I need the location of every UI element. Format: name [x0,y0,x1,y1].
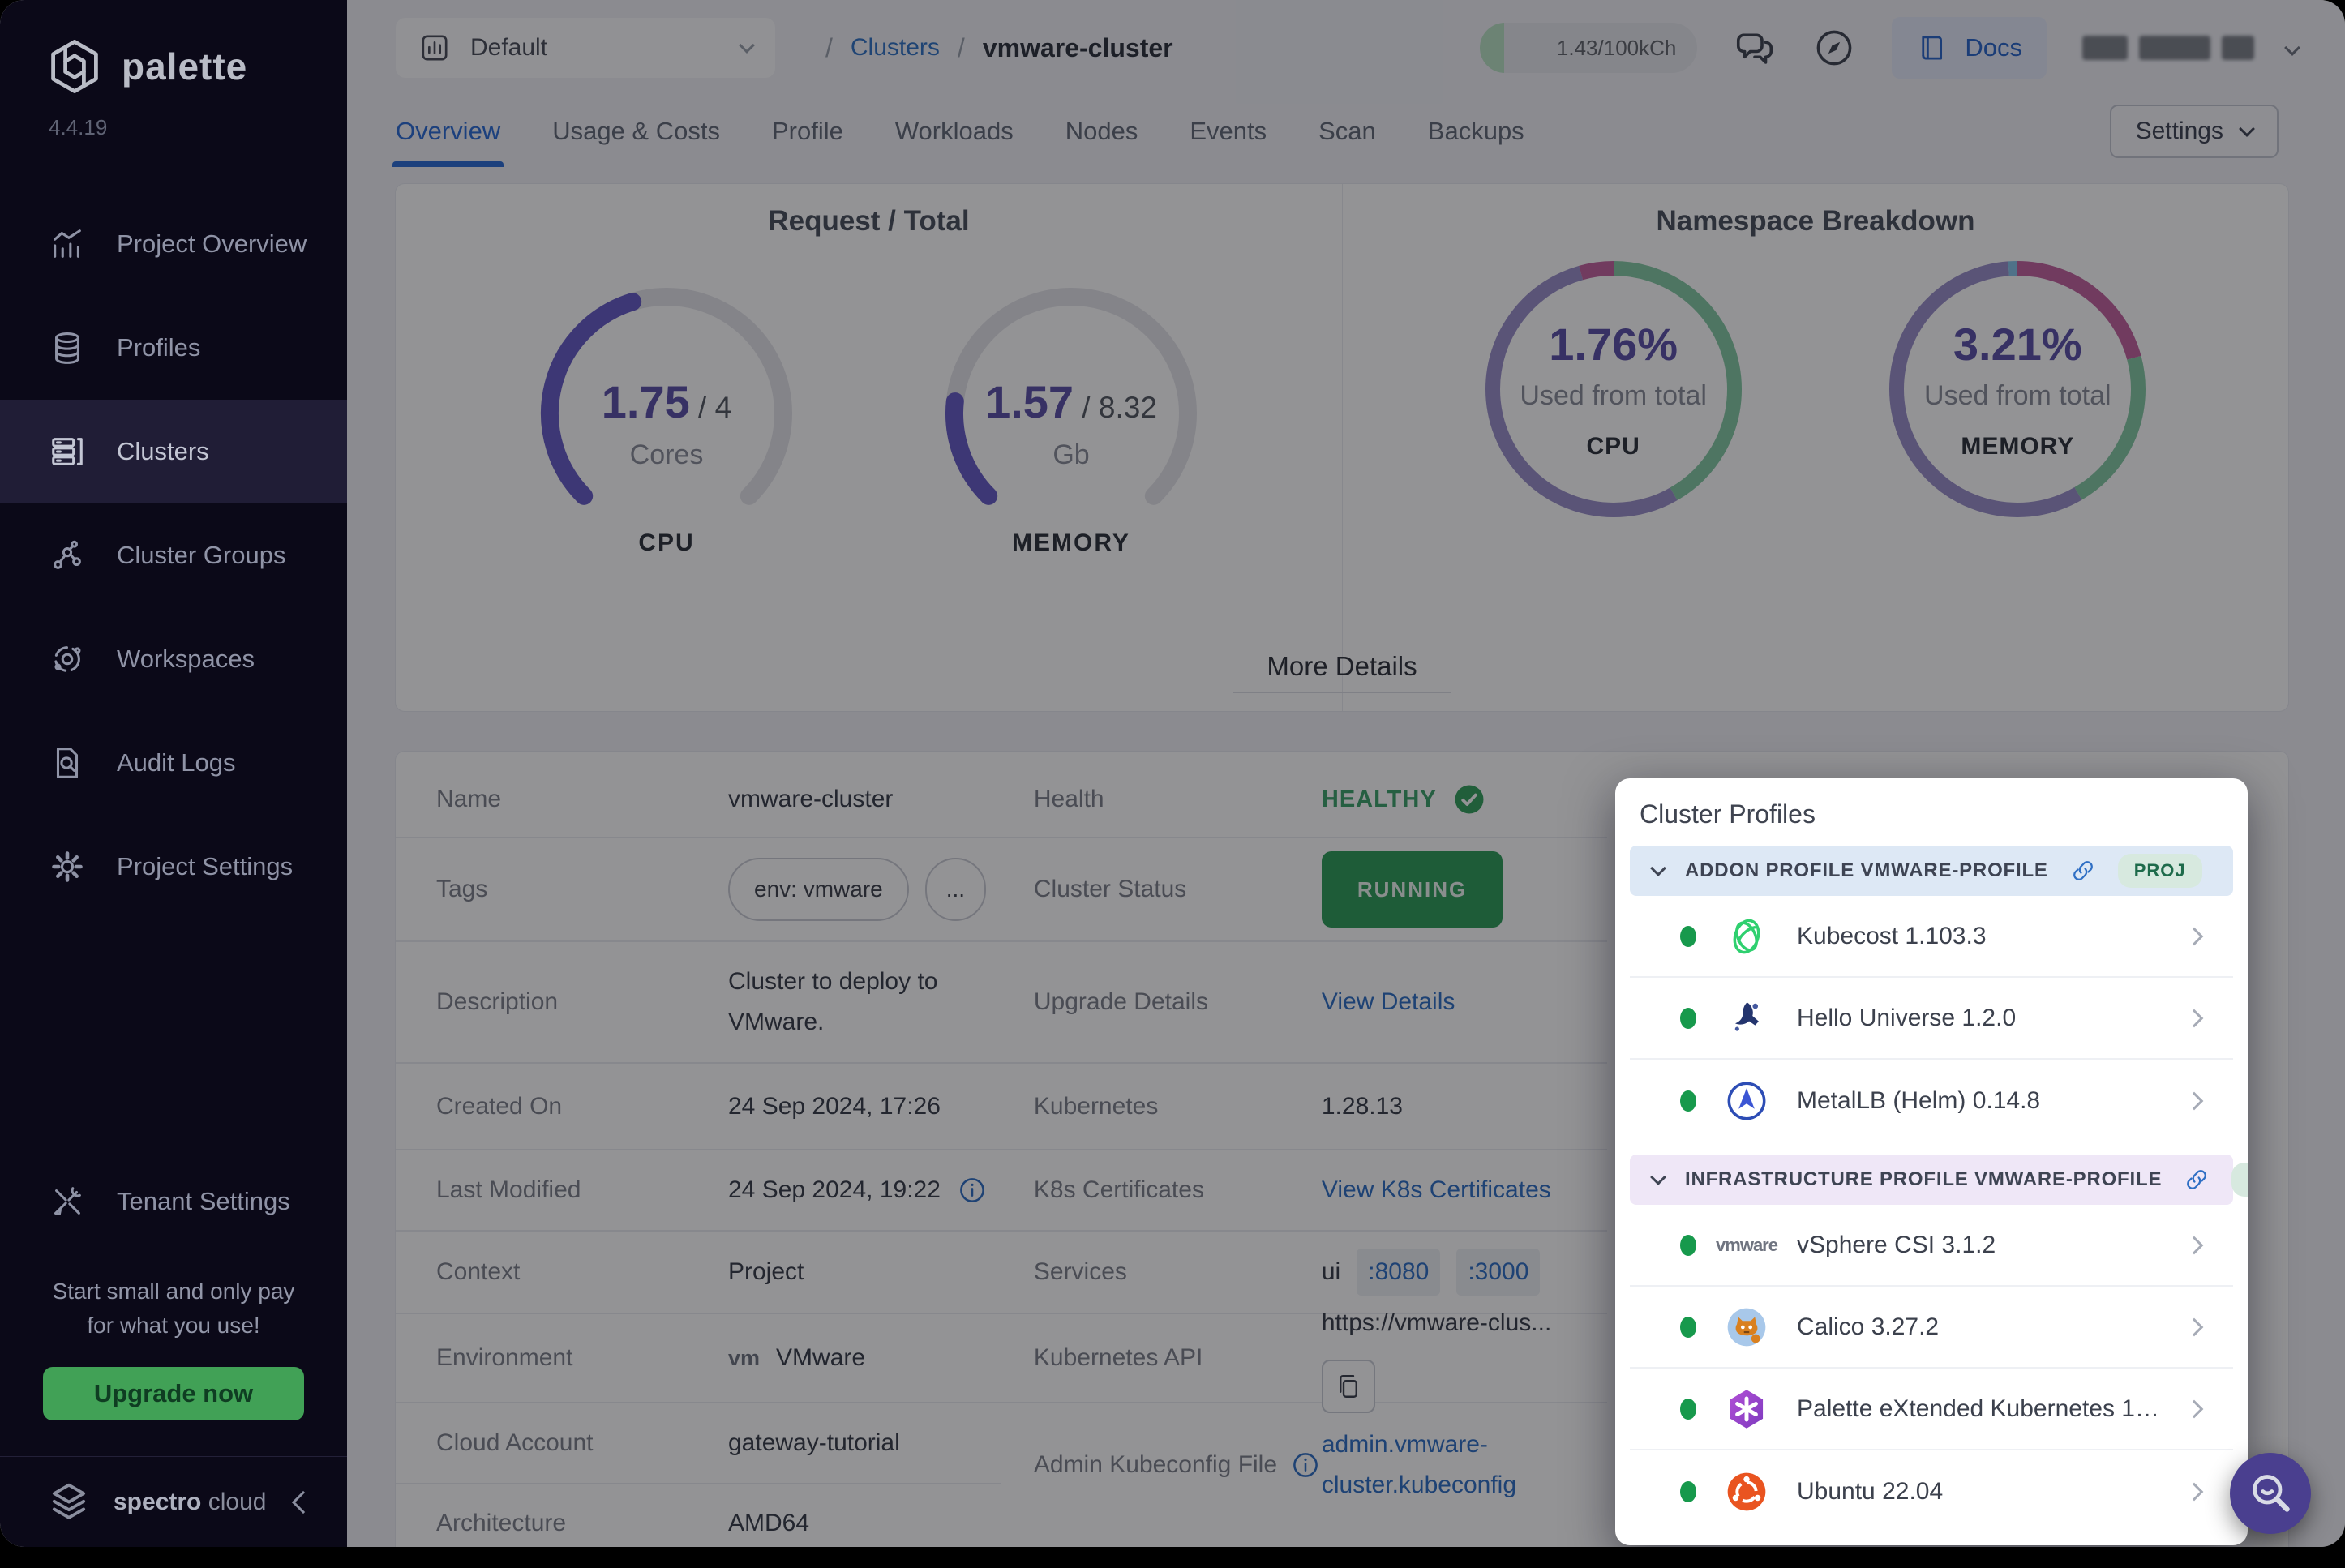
sidebar-item-label: Cluster Groups [117,541,285,570]
pack-name: Hello Universe 1.2.0 [1797,1005,2016,1032]
sidebar-item-audit-logs[interactable]: Audit Logs [0,711,347,815]
sidebar-item-project-settings[interactable]: Project Settings [0,815,347,919]
profile-section-addon: ADDON PROFILE VMWARE-PROFILE PROJ Kubecost… [1630,846,2233,1142]
sidebar-item-label: Clusters [117,437,209,466]
clusters-icon [49,433,86,470]
cluster-groups-icon [49,537,86,574]
pack-status-dot [1680,1008,1696,1029]
app-window: palette 4.4.19 Project Overview Profiles C… [0,0,2345,1547]
profile-section-infrastructure: INFRASTRUCTURE PROFILE VMWARE-PROFILEPRO… [1630,1155,2233,1532]
profile-pack-row[interactable]: Calico 3.27.2 [1630,1287,2233,1369]
pack-status-dot [1680,926,1696,947]
ubuntu-icon [1724,1469,1769,1514]
sidebar-item-label: Project Settings [117,852,293,881]
chevron-right-icon [2185,1317,2204,1336]
pack-name: Palette eXtended Kubernetes 1.28.13 [1797,1395,2160,1423]
palette-logo: palette [45,37,347,96]
cluster-profiles-title: Cluster Profiles [1640,799,2248,829]
kubecost-icon [1724,914,1769,959]
chevron-right-icon [2185,1482,2204,1501]
link-icon [2183,1166,2210,1193]
sidebar-item-clusters[interactable]: Clusters [0,400,347,503]
pack-name: Kubecost 1.103.3 [1797,923,1987,950]
sidebar-item-label: Audit Logs [117,748,236,778]
profile-pack-row[interactable]: Kubecost 1.103.3 [1630,896,2233,978]
sidebar-footer: spectro cloud [0,1456,347,1547]
pack-name: Ubuntu 22.04 [1797,1478,1943,1506]
chevron-right-icon [2185,1009,2204,1027]
profile-pack-row[interactable]: Palette eXtended Kubernetes 1.28.13 [1630,1369,2233,1450]
sidebar-nav: Project Overview Profiles Clusters Cluster … [0,192,347,919]
hello-universe-icon [1724,996,1769,1041]
profile-section-title: INFRASTRUCTURE PROFILE VMWARE-PROFILE [1685,1168,2162,1191]
profile-section-header-addon[interactable]: ADDON PROFILE VMWARE-PROFILE PROJ [1630,846,2233,896]
project-overview-icon [49,225,86,263]
spectro-cloud-logo-icon [45,1479,92,1526]
sidebar-item-project-overview[interactable]: Project Overview [0,192,347,296]
pxk-icon [1724,1386,1769,1432]
chevron-down-icon [1650,1169,1666,1185]
workspaces-icon [49,640,86,678]
sidebar-item-cluster-groups[interactable]: Cluster Groups [0,503,347,607]
sidebar: palette 4.4.19 Project Overview Profiles C… [0,0,347,1547]
profile-pack-row[interactable]: Hello Universe 1.2.0 [1630,978,2233,1060]
tenant-settings-icon [49,1183,86,1220]
sidebar-item-label: Tenant Settings [117,1187,290,1216]
chevron-right-icon [2185,1236,2204,1254]
search-icon [2246,1468,2295,1519]
main-area: Default / Clusters / vmware-cluster 1.43… [347,0,2345,1547]
profiles-icon [49,329,86,366]
pack-status-dot [1680,1090,1696,1112]
project-settings-icon [49,848,86,885]
sidebar-bottom: Tenant Settings Start small and only pay… [0,1150,347,1547]
calico-icon [1724,1305,1769,1350]
vmware-wordmark: vmware [1716,1235,1777,1256]
profile-pack-row[interactable]: Ubuntu 22.04 [1630,1450,2233,1532]
cluster-profiles-panel: Cluster Profiles ADDON PROFILE VMWARE-PR… [1615,778,2248,1545]
app-version: 4.4.19 [49,115,347,140]
chevron-right-icon [2185,1399,2204,1418]
sidebar-item-profiles[interactable]: Profiles [0,296,347,400]
pack-name: vSphere CSI 3.1.2 [1797,1232,1996,1259]
sidebar-item-workspaces[interactable]: Workspaces [0,607,347,711]
sidebar-item-label: Profiles [117,333,200,362]
link-icon [2069,857,2097,885]
vmware-icon: vmware [1724,1223,1769,1268]
pack-status-dot [1680,1399,1696,1420]
profile-section-header-infrastructure[interactable]: INFRASTRUCTURE PROFILE VMWARE-PROFILEPRO… [1630,1155,2233,1205]
profile-pack-row[interactable]: MetalLB (Helm) 0.14.8 [1630,1060,2233,1142]
spectro-cloud-wordmark: spectro cloud [114,1489,266,1516]
help-search-fab[interactable] [2230,1453,2311,1534]
pack-name: Calico 3.27.2 [1797,1313,1939,1341]
palette-logo-icon [45,37,104,96]
profile-pack-row[interactable]: vmware vSphere CSI 3.1.2 [1630,1205,2233,1287]
pack-status-dot [1680,1235,1696,1256]
promo-text: Start small and only pay for what you us… [24,1275,323,1343]
pack-status-dot [1680,1317,1696,1338]
profile-section-title: ADDON PROFILE VMWARE-PROFILE [1685,859,2048,882]
sidebar-item-tenant-settings[interactable]: Tenant Settings [0,1150,347,1253]
sidebar-collapse-icon[interactable] [292,1490,315,1513]
chevron-right-icon [2185,927,2204,945]
upgrade-now-button[interactable]: Upgrade now [43,1367,304,1420]
metallb-icon [1724,1078,1769,1124]
sidebar-item-label: Workspaces [117,645,255,674]
pack-status-dot [1680,1481,1696,1502]
brand-name: palette [122,45,247,88]
chevron-down-icon [1650,860,1666,876]
audit-logs-icon [49,744,86,782]
sidebar-item-label: Project Overview [117,229,307,259]
chevron-right-icon [2185,1091,2204,1110]
pack-name: MetalLB (Helm) 0.14.8 [1797,1087,2040,1115]
upgrade-promo: Start small and only pay for what you us… [0,1253,347,1456]
scope-badge: PROJ [2231,1163,2248,1197]
scope-badge: PROJ [2118,854,2202,888]
